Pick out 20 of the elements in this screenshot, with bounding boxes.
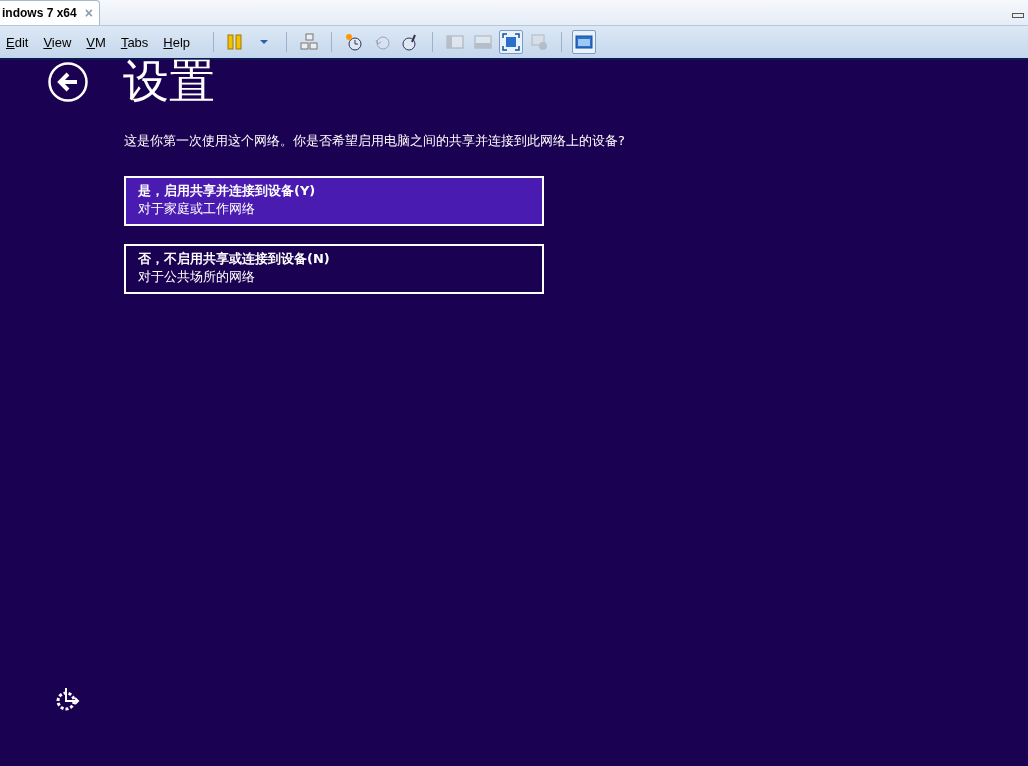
fit-icon (501, 32, 522, 52)
unity-icon (529, 32, 550, 52)
vm-tab[interactable]: indows 7 x64 × (0, 0, 100, 25)
menu-item[interactable]: Tabs (120, 34, 149, 50)
network-icon (299, 32, 320, 52)
menu-item[interactable]: View (43, 34, 72, 50)
menu-item[interactable]: Edit (6, 34, 29, 50)
menu-item[interactable]: Help (163, 34, 191, 50)
snapshot-icon (344, 32, 365, 52)
option-button[interactable]: 否，不启用共享或连接到设备(N) 对于公共场所的网络 (124, 244, 544, 294)
page-title: 设置 (123, 59, 215, 103)
toolbar-button[interactable] (499, 30, 524, 54)
sidebar-icon (445, 32, 466, 52)
bottombar-icon (473, 32, 494, 52)
question-text: 这是你第一次使用这个网络。你是否希望启用电脑之间的共享并连接到此网络上的设备? (124, 132, 626, 150)
option-button[interactable]: 是，启用共享并连接到设备(Y) 对于家庭或工作网络 (124, 176, 544, 226)
caret-icon (260, 40, 269, 44)
ease-of-access-icon[interactable] (54, 685, 82, 713)
restore-icon[interactable] (1012, 13, 1024, 18)
menu-item[interactable]: VM (86, 34, 106, 50)
